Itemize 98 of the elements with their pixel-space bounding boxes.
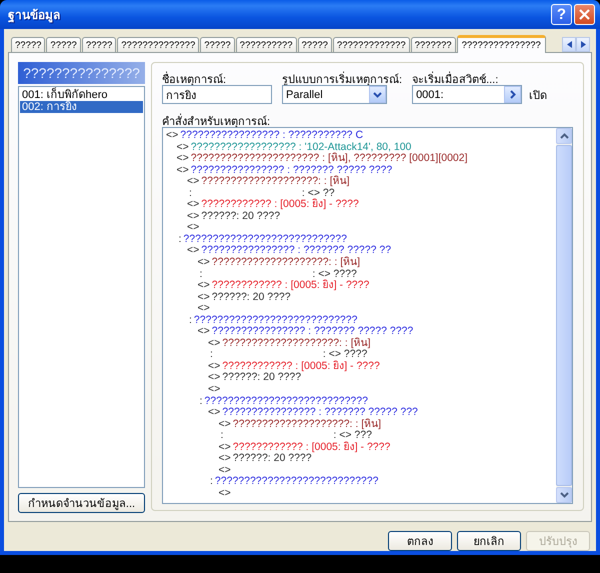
command-text: ??????: 20 ????	[212, 292, 291, 304]
command-marker: <>	[218, 418, 231, 430]
field-label: คำสั่งสำหรับเหตุการณ์:	[162, 112, 573, 125]
command-marker: <>	[176, 153, 189, 165]
command-text: : <> ????	[312, 268, 357, 280]
command-text: ???????????? : [0005: ยิง] - ????	[201, 199, 359, 211]
command-text: ?????????????????????? : [หิน], ????????? [0001][0002]	[190, 153, 468, 165]
command-text: : <> ???	[333, 430, 372, 442]
command-text: ????????????????????????????	[194, 314, 358, 326]
switch-field[interactable]: 0001:	[412, 85, 522, 104]
chevron-up-icon	[560, 133, 568, 139]
command-text: ??????: 20 ????	[222, 372, 302, 384]
command-marker: :	[178, 234, 182, 246]
command-text: ??????: 20 ????	[232, 453, 312, 465]
command-marker: <>	[198, 326, 210, 338]
close-icon	[579, 9, 590, 20]
command-text: ???????????????? : ??????? ????? ???	[222, 407, 418, 418]
chevron-down-icon	[373, 92, 382, 98]
scroll-up-button[interactable]	[556, 128, 572, 144]
command-text: ????????????????????????????	[214, 476, 378, 488]
left-arrow-icon	[566, 41, 572, 48]
command-marker: <>	[198, 280, 210, 292]
tab[interactable]: ?????	[11, 37, 46, 52]
command-marker: :	[189, 188, 192, 200]
scroll-right-button[interactable]	[576, 37, 590, 52]
command-marker: <>	[187, 222, 200, 234]
command-text: ?????????????????? : '102-Attack14', 80, 100	[190, 142, 412, 153]
tab[interactable]: ??????????	[236, 37, 296, 52]
right-arrow-icon	[580, 41, 586, 48]
tab[interactable]: ?????	[82, 37, 116, 52]
command-marker: <>	[208, 372, 220, 384]
command-text: ????????????????????????????	[204, 396, 368, 408]
tab[interactable]: ???????????????	[456, 35, 546, 53]
field-label: ชื่อเหตุการณ์:	[162, 70, 272, 83]
command-text: ????????????????????: : [หิน]	[232, 418, 382, 430]
command-marker: <>	[187, 176, 200, 188]
trigger-dropdown[interactable]: Parallel	[282, 85, 387, 104]
command-marker: <>	[208, 360, 220, 372]
tab[interactable]: ???????	[410, 37, 456, 52]
command-marker: <>	[176, 142, 189, 154]
tab[interactable]: ?????	[200, 37, 235, 52]
command-marker: :	[200, 268, 202, 280]
tab[interactable]: ?????	[46, 37, 81, 52]
command-marker: :	[200, 396, 202, 408]
command-text: ????????????????????????????	[183, 234, 347, 246]
command-marker: <>	[218, 453, 231, 465]
command-marker: <>	[218, 464, 231, 476]
command-marker: <>	[218, 488, 231, 500]
command-marker: :	[220, 430, 224, 442]
list-item[interactable]: 001: เก็บพิกัดhero	[20, 89, 143, 101]
set-count-button[interactable]: กำหนดจำนวนข้อมูล...	[18, 493, 145, 513]
dialog-button[interactable]: ยกเลิก	[457, 531, 521, 551]
command-text: : <> ??	[302, 188, 335, 199]
list-item[interactable]: 002: การยิง	[20, 101, 143, 113]
command-text: ???????????????? : ??????? ????? ??	[201, 245, 392, 256]
command-marker: :	[189, 314, 192, 326]
command-marker: <>	[208, 384, 220, 396]
command-marker: <>	[198, 257, 210, 269]
chevron-down-icon	[560, 492, 568, 498]
command-text: ???????????? : [0005: ยิง] - ????	[232, 442, 390, 454]
command-text: ????????????????????: : [หิน]	[212, 257, 360, 269]
window-title: ฐานข้อมูล	[8, 7, 61, 24]
switch-select-button[interactable]	[504, 86, 522, 103]
command-text: ????????????????????: : [หิน]	[201, 176, 350, 188]
command-marker: <>	[187, 199, 200, 211]
command-text: ???????????? : [0005: ยิง] - ????	[212, 280, 370, 292]
command-marker: <>	[198, 292, 210, 304]
scroll-left-button[interactable]	[562, 37, 576, 52]
command-marker: <>	[208, 338, 220, 350]
command-marker: <>	[198, 303, 210, 315]
command-marker: :	[210, 349, 213, 361]
command-marker: :	[210, 476, 213, 488]
command-marker: <>	[187, 210, 200, 222]
name-field[interactable]: การยิง	[162, 85, 272, 104]
tab[interactable]: ?????????????	[332, 37, 410, 52]
command-text: ????????????????????: : [หิน]	[222, 338, 371, 350]
command-text: ???????????????? : ??????? ????? ????	[212, 326, 414, 338]
tab[interactable]: ??????????????	[117, 37, 200, 52]
command-text: ???????????? : [0005: ยิง] - ????	[222, 360, 380, 372]
command-text: ??????: 20 ????	[201, 210, 280, 222]
command-marker: <>	[176, 164, 189, 176]
scroll-down-button[interactable]	[556, 487, 572, 503]
tab[interactable]: ?????	[298, 37, 332, 52]
command-marker: <>	[208, 407, 220, 419]
list-header: ???????????????	[18, 62, 145, 84]
field-label: รูปแบบการเริ่มเหตุการณ์:	[282, 70, 402, 83]
field-label: จะเริ่มเมื่อสวิตช์...:	[412, 70, 522, 83]
command-text: : <> ????	[322, 349, 368, 360]
dialog-button[interactable]: ตกลง	[388, 531, 452, 551]
chevron-right-icon	[510, 90, 516, 99]
switch-state-label: เปิด	[529, 88, 548, 104]
command-marker: <>	[218, 442, 231, 454]
command-text: ???????????????? : ??????? ????? ????	[190, 164, 392, 176]
help-button[interactable]: ?	[551, 4, 572, 25]
command-text: ????????????????? : ??????????? C	[180, 130, 364, 142]
command-marker: <>	[166, 130, 178, 142]
close-button[interactable]	[574, 4, 595, 25]
command-marker: <>	[187, 245, 200, 258]
